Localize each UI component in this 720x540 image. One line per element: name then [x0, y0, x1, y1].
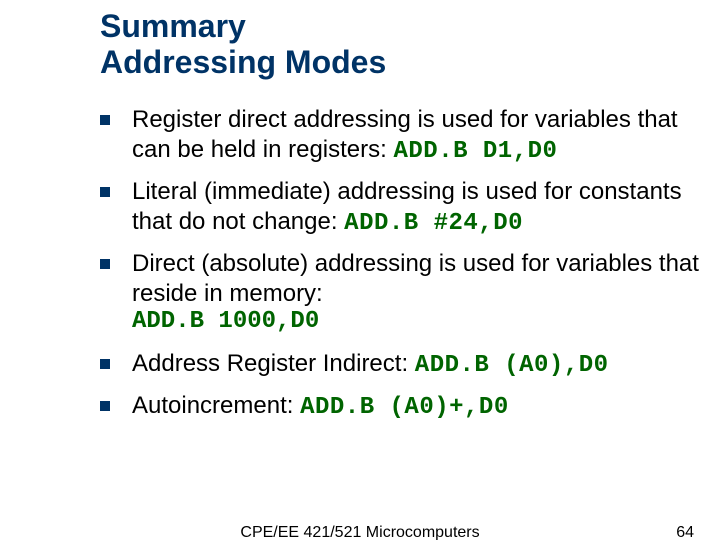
square-bullet-icon	[100, 359, 110, 369]
bullet-text: Direct (absolute) addressing is used for…	[132, 249, 720, 309]
bullet-code-line: ADD.B 1000,D0	[132, 307, 720, 337]
list-item: Register direct addressing is used for v…	[100, 105, 720, 167]
square-bullet-icon	[100, 259, 110, 269]
slide: Summary Addressing Modes Register direct…	[0, 0, 720, 540]
bullet-code: ADD.B (A0)+,D0	[300, 394, 509, 421]
bullet-code: ADD.B D1,D0	[393, 138, 557, 165]
slide-title: Summary Addressing Modes	[100, 8, 386, 80]
bullet-code: ADD.B (A0),D0	[415, 352, 609, 379]
bullet-text: Autoincrement: ADD.B (A0)+,D0	[132, 391, 509, 423]
square-bullet-icon	[100, 115, 110, 125]
bullet-text: Register direct addressing is used for v…	[132, 105, 720, 167]
list-item: Literal (immediate) addressing is used f…	[100, 177, 720, 239]
title-line-2: Addressing Modes	[100, 44, 386, 80]
square-bullet-icon	[100, 401, 110, 411]
footer-center: CPE/EE 421/521 Microcomputers	[0, 524, 720, 540]
list-item: Direct (absolute) addressing is used for…	[100, 249, 720, 309]
list-item: Address Register Indirect: ADD.B (A0),D0	[100, 349, 720, 381]
page-number: 64	[676, 524, 694, 540]
square-bullet-icon	[100, 187, 110, 197]
bullet-text: Literal (immediate) addressing is used f…	[132, 177, 720, 239]
title-line-1: Summary	[100, 8, 246, 44]
slide-body: Register direct addressing is used for v…	[100, 105, 720, 433]
bullet-text-body: Autoincrement:	[132, 392, 300, 419]
bullet-code: ADD.B #24,D0	[344, 210, 523, 237]
bullet-text-body: Direct (absolute) addressing is used for…	[132, 250, 699, 307]
bullet-text: Address Register Indirect: ADD.B (A0),D0	[132, 349, 609, 381]
bullet-text-body: Address Register Indirect:	[132, 350, 415, 377]
list-item: Autoincrement: ADD.B (A0)+,D0	[100, 391, 720, 423]
